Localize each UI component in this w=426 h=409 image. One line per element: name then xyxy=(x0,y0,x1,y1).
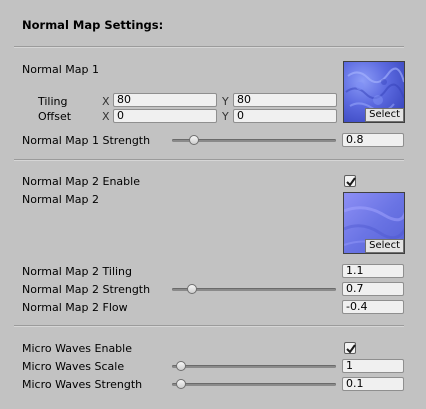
select-button[interactable]: Select xyxy=(365,239,404,253)
micro-waves-enable-label: Micro Waves Enable xyxy=(22,342,132,355)
normal-map-2-strength-field[interactable]: 0.7 xyxy=(342,282,404,296)
normal-map-2-label: Normal Map 2 xyxy=(22,193,100,206)
micro-waves-scale-label: Micro Waves Scale xyxy=(22,360,125,373)
normal-map-1-strength-label: Normal Map 1 Strength xyxy=(22,134,151,147)
divider xyxy=(14,325,404,327)
normal-map-1-texture-slot[interactable]: Select xyxy=(343,61,405,123)
select-button[interactable]: Select xyxy=(365,108,404,122)
divider xyxy=(14,159,404,161)
micro-waves-scale-slider[interactable] xyxy=(172,365,336,368)
micro-waves-scale-field[interactable]: 1 xyxy=(342,359,404,373)
micro-waves-strength-slider[interactable] xyxy=(172,383,336,386)
tiling-y-label: Y xyxy=(222,95,229,108)
normal-map-1-label: Normal Map 1 xyxy=(22,63,100,76)
section-title: Normal Map Settings: xyxy=(22,18,164,32)
normal-map-2-texture-slot[interactable]: Select xyxy=(343,192,405,254)
normal-map-2-flow-label: Normal Map 2 Flow xyxy=(22,301,128,314)
offset-x-label: X xyxy=(102,110,110,123)
normal-map-2-enable-label: Normal Map 2 Enable xyxy=(22,175,140,188)
tiling-x-field[interactable]: 80 xyxy=(113,93,217,107)
normal-map-1-strength-slider-thumb[interactable] xyxy=(189,135,200,145)
offset-label: Offset xyxy=(38,110,72,123)
normal-map-2-enable-checkbox[interactable] xyxy=(344,175,356,187)
checkmark-icon xyxy=(346,344,356,354)
normal-map-2-tiling-field[interactable]: 1.1 xyxy=(342,264,404,278)
offset-y-label: Y xyxy=(222,110,229,123)
offset-y-field[interactable]: 0 xyxy=(233,109,337,123)
normal-map-2-strength-slider-thumb[interactable] xyxy=(187,284,198,294)
divider xyxy=(14,46,404,48)
normal-map-2-tiling-label: Normal Map 2 Tiling xyxy=(22,265,133,278)
checkmark-icon xyxy=(346,177,356,187)
tiling-label: Tiling xyxy=(38,95,68,108)
offset-x-field[interactable]: 0 xyxy=(113,109,217,123)
tiling-y-field[interactable]: 80 xyxy=(233,93,337,107)
normal-map-2-strength-label: Normal Map 2 Strength xyxy=(22,283,151,296)
micro-waves-scale-slider-thumb[interactable] xyxy=(176,361,186,371)
normal-map-1-strength-field[interactable]: 0.8 xyxy=(342,133,404,147)
tiling-x-label: X xyxy=(102,95,110,108)
micro-waves-strength-field[interactable]: 0.1 xyxy=(342,377,404,391)
normal-map-2-flow-field[interactable]: -0.4 xyxy=(342,300,404,314)
micro-waves-enable-checkbox[interactable] xyxy=(344,342,356,354)
micro-waves-strength-slider-thumb[interactable] xyxy=(176,379,186,389)
micro-waves-strength-label: Micro Waves Strength xyxy=(22,378,143,391)
